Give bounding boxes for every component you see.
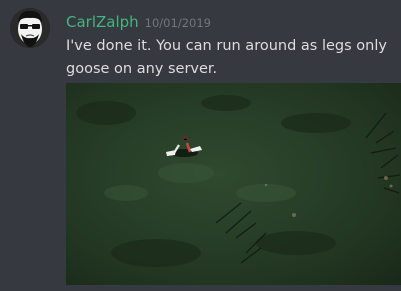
image-attachment[interactable]: [66, 83, 401, 285]
user-avatar[interactable]: [10, 8, 50, 48]
chat-message: CarlZalph 10/01/2019 I've done it. You ca…: [0, 0, 401, 291]
message-line: I've done it. You can run around as legs…: [66, 38, 387, 54]
message-header: CarlZalph 10/01/2019: [66, 12, 211, 34]
bearded-face-icon: [10, 8, 50, 48]
message-line: goose on any server.: [66, 61, 218, 77]
message-content: I've done it. You can run around as legs…: [66, 35, 391, 81]
game-screenshot-image: [66, 83, 401, 285]
timestamp[interactable]: 10/01/2019: [145, 16, 211, 30]
username[interactable]: CarlZalph: [66, 13, 139, 31]
